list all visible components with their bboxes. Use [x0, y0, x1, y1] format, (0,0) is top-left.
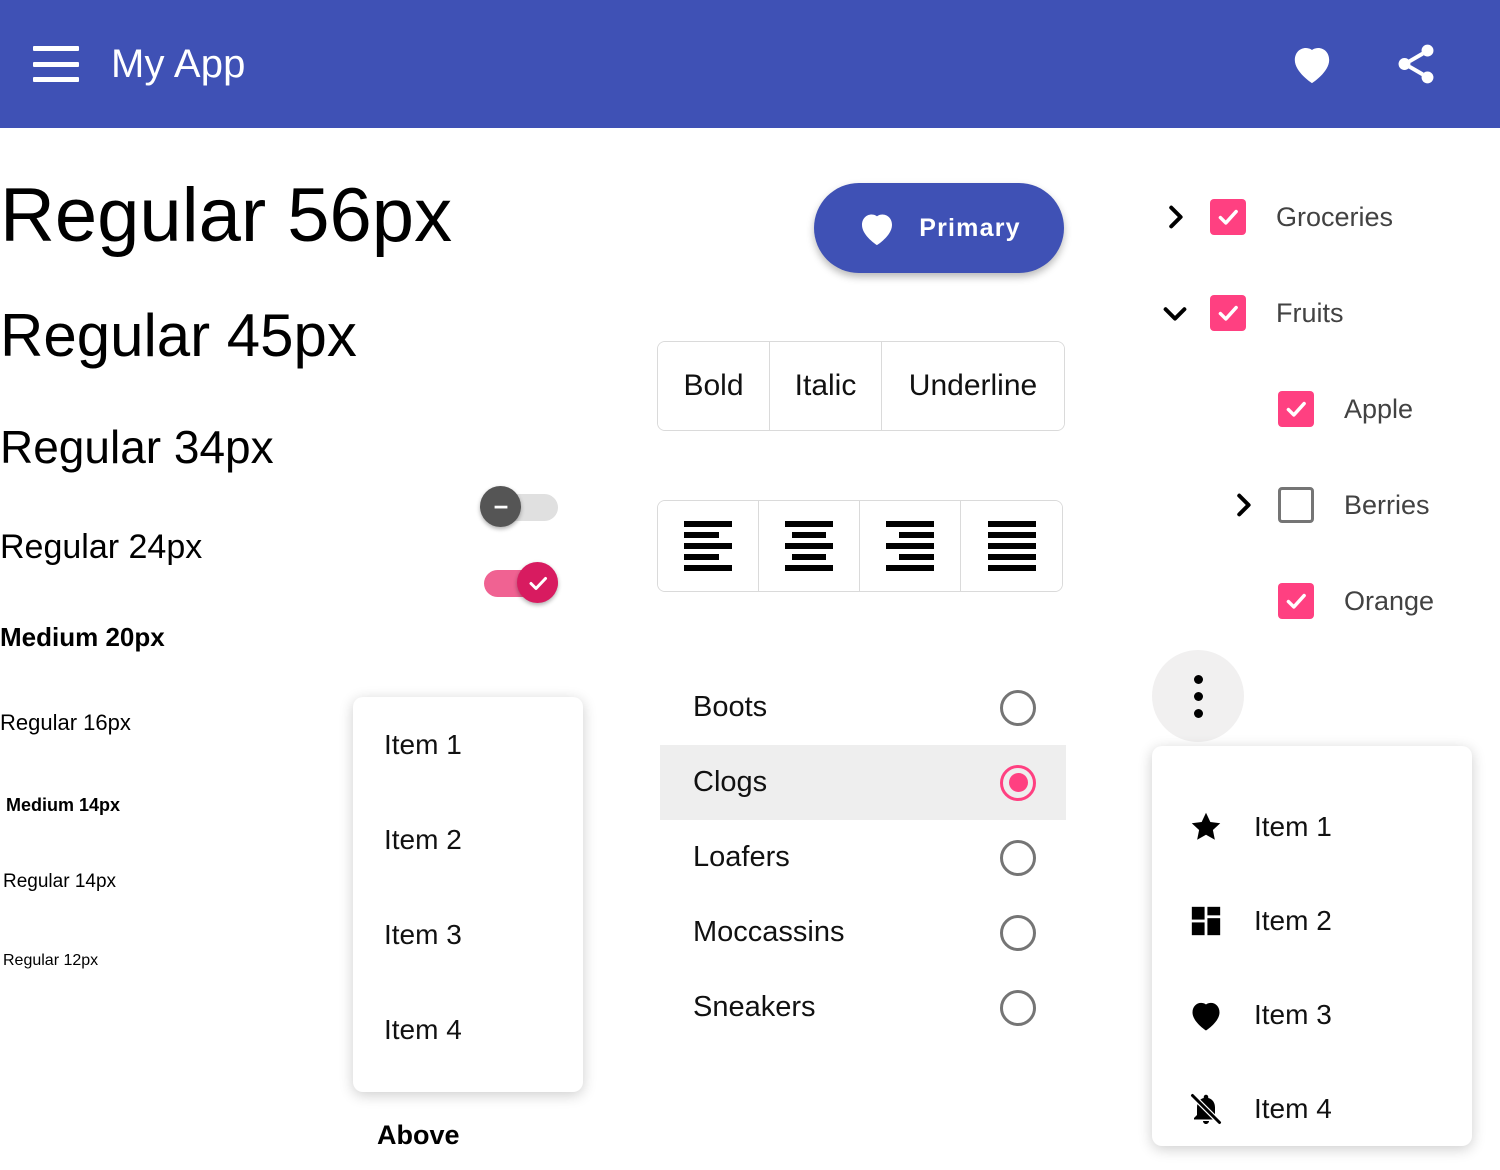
tree-node-label: Orange	[1344, 585, 1435, 616]
heart-icon	[1184, 999, 1228, 1032]
primary-button[interactable]: Primary	[814, 183, 1064, 273]
overflow-menu: Item 1 Item 2 Item 3 Item 4	[1152, 746, 1472, 1146]
tree-node-apple[interactable]: Apple	[1208, 377, 1500, 441]
radio-label: Boots	[693, 691, 768, 723]
app-root: My App Regular 56px Regular 45px Regular…	[0, 0, 1500, 1170]
heart-icon[interactable]	[1286, 38, 1338, 90]
toggle-bold[interactable]: Bold	[658, 342, 770, 430]
align-right-icon	[886, 521, 934, 571]
tree-node-groceries[interactable]: Groceries	[1140, 185, 1500, 249]
radio-label: Sneakers	[693, 991, 816, 1023]
plain-menu-item-1[interactable]: Item 1	[353, 697, 583, 792]
radio-list: Boots Clogs Loafers Moccassins Sneakers	[660, 670, 1066, 1045]
switch-thumb	[480, 486, 521, 527]
alignment-toggle-group	[657, 500, 1063, 592]
tree-node-label: Berries	[1344, 489, 1430, 520]
minus-icon	[494, 505, 507, 508]
checkbox-checked[interactable]	[1278, 391, 1314, 427]
type-sample-20: Medium 20px	[0, 622, 165, 652]
switch-off[interactable]	[480, 486, 558, 527]
text-style-toggle-group: Bold Italic Underline	[657, 341, 1065, 431]
radio-button[interactable]	[1000, 914, 1036, 951]
tree-view: Groceries Fruits Apple Berries Orange	[1140, 185, 1500, 665]
switch-group	[480, 486, 558, 642]
overflow-menu-item-2[interactable]: Item 2	[1152, 874, 1472, 968]
radio-row-moccassins[interactable]: Moccassins	[660, 895, 1066, 970]
primary-button-label: Primary	[919, 213, 1021, 242]
chevron-right-icon[interactable]	[1140, 202, 1210, 232]
star-icon	[1184, 809, 1228, 845]
plain-menu-item-3[interactable]: Item 3	[353, 887, 583, 982]
overflow-menu-item-label: Item 3	[1254, 999, 1332, 1030]
align-justify-icon	[987, 521, 1036, 571]
align-justify-button[interactable]	[961, 501, 1062, 591]
radio-label: Moccassins	[693, 916, 845, 948]
overflow-menu-item-3[interactable]: Item 3	[1152, 968, 1472, 1062]
switch-thumb	[517, 562, 558, 603]
radio-button[interactable]	[1000, 839, 1036, 876]
align-left-button[interactable]	[658, 501, 759, 591]
plain-menu-item-4[interactable]: Item 4	[353, 982, 583, 1077]
align-center-button[interactable]	[759, 501, 860, 591]
switch-on[interactable]	[480, 562, 558, 603]
notifications-off-icon	[1184, 1091, 1228, 1127]
checkbox-checked[interactable]	[1210, 199, 1246, 235]
radio-row-boots[interactable]: Boots	[660, 670, 1066, 745]
app-title: My App	[111, 41, 246, 86]
plain-menu-item-2[interactable]: Item 2	[353, 792, 583, 887]
radio-label: Clogs	[693, 766, 768, 798]
overflow-menu-item-label: Item 2	[1254, 905, 1332, 936]
radio-button[interactable]	[1000, 689, 1036, 726]
radio-row-sneakers[interactable]: Sneakers	[660, 970, 1066, 1045]
radio-button[interactable]	[1000, 989, 1036, 1026]
radio-button-selected[interactable]	[1000, 764, 1036, 801]
checkbox-unchecked[interactable]	[1278, 487, 1314, 523]
share-icon[interactable]	[1390, 38, 1442, 90]
chevron-right-icon[interactable]	[1208, 490, 1278, 520]
toggle-underline[interactable]: Underline	[882, 342, 1064, 430]
align-left-icon	[684, 521, 732, 571]
type-sample-24: Regular 24px	[0, 528, 203, 566]
more-vert-icon[interactable]	[1152, 650, 1244, 742]
overflow-menu-item-label: Item 1	[1254, 811, 1332, 842]
type-sample-56: Regular 56px	[0, 173, 453, 258]
app-bar-actions	[1286, 38, 1442, 90]
tree-node-orange[interactable]: Orange	[1208, 569, 1500, 633]
dashboard-icon	[1184, 904, 1228, 938]
heart-icon	[862, 214, 893, 245]
tree-node-label: Groceries	[1276, 201, 1394, 232]
radio-label: Loafers	[693, 841, 790, 873]
checkbox-checked[interactable]	[1210, 295, 1246, 331]
tree-node-label: Fruits	[1276, 297, 1344, 328]
radio-row-clogs[interactable]: Clogs	[660, 745, 1066, 820]
hamburger-menu-icon[interactable]	[33, 46, 79, 82]
chevron-down-icon[interactable]	[1140, 298, 1210, 328]
align-right-button[interactable]	[860, 501, 961, 591]
check-icon	[529, 576, 547, 590]
plain-menu-card: Item 1 Item 2 Item 3 Item 4	[353, 697, 583, 1092]
plain-menu-caption: Above	[377, 1120, 460, 1150]
app-bar: My App	[0, 0, 1500, 128]
tree-node-label: Apple	[1344, 393, 1414, 424]
overflow-menu-item-4[interactable]: Item 4	[1152, 1062, 1472, 1156]
overflow-menu-item-label: Item 4	[1254, 1093, 1332, 1124]
toggle-italic[interactable]: Italic	[770, 342, 882, 430]
checkbox-checked[interactable]	[1278, 583, 1314, 619]
overflow-menu-item-1[interactable]: Item 1	[1152, 780, 1472, 874]
radio-row-loafers[interactable]: Loafers	[660, 820, 1066, 895]
tree-node-fruits[interactable]: Fruits	[1140, 281, 1500, 345]
type-sample-34: Regular 34px	[0, 421, 274, 473]
type-sample-45: Regular 45px	[0, 302, 357, 369]
align-center-icon	[785, 521, 833, 571]
tree-node-berries[interactable]: Berries	[1208, 473, 1500, 537]
